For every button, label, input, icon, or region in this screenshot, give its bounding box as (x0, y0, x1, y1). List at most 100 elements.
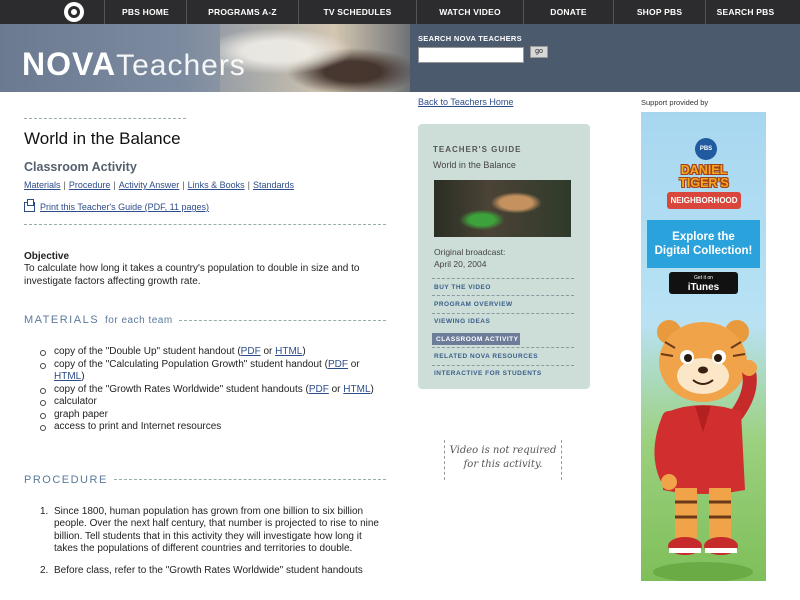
page-subtitle: Classroom Activity (24, 160, 137, 174)
guide-heading: TEACHER'S GUIDE (433, 145, 522, 154)
pbs-logo-icon[interactable] (64, 2, 84, 22)
nav-donate[interactable]: DONATE (523, 0, 613, 24)
show-title-line: NEIGHBORHOOD (667, 192, 741, 209)
program-thumbnail[interactable] (434, 180, 571, 237)
separator: | (63, 180, 66, 190)
search-go-button[interactable]: go (530, 46, 548, 58)
step-text: Since 1800, human population has grown f… (54, 505, 379, 555)
link-standards[interactable]: Standards (253, 180, 294, 190)
logo-nova-text: NOVA (22, 46, 117, 82)
itunes-small-text: Get it on (694, 275, 713, 281)
item-text: or (260, 346, 276, 357)
item-text: or (328, 383, 344, 395)
show-title-line: TIGER'S (679, 176, 729, 190)
list-item: calculator (40, 396, 386, 409)
video-not-required-note: Video is not required for this activity. (444, 440, 562, 480)
item-text: copy of the "Double Up" student handout … (54, 346, 241, 357)
nova-teachers-logo[interactable]: NOVATeachers (22, 48, 246, 82)
pdf-link[interactable]: PDF (309, 384, 329, 395)
nav-watch-video[interactable]: WATCH VIDEO (416, 0, 523, 24)
item-text: ) (370, 383, 374, 395)
broadcast-label: Original broadcast: (434, 247, 506, 257)
procedure-list: 1. Since 1800, human population has grown… (40, 506, 386, 578)
procedure-step: 1. Since 1800, human population has grown… (40, 506, 386, 556)
separator: | (113, 180, 116, 190)
heading-rule (113, 479, 386, 480)
html-link[interactable]: HTML (275, 346, 302, 357)
list-item: copy of the "Growth Rates Worldwide" stu… (40, 383, 386, 397)
nav-tv-schedules[interactable]: TV SCHEDULES (298, 0, 416, 24)
nav-programs-az[interactable]: PROGRAMS A-Z (186, 0, 298, 24)
nav-pbs-home[interactable]: PBS HOME (104, 0, 186, 24)
guide-nav-program-overview[interactable]: PROGRAM OVERVIEW (432, 295, 574, 312)
item-text: ) (302, 346, 306, 357)
main-content: World in the Balance Classroom Activity … (24, 118, 386, 586)
nav-shop-pbs[interactable]: SHOP PBS (613, 0, 705, 24)
cta-line: Digital Collection! (654, 245, 753, 257)
procedure-title: PROCEDURE (24, 473, 108, 486)
itunes-badge[interactable]: Get it on iTunes (669, 272, 738, 294)
materials-heading: MATERIALS for each team (24, 314, 386, 326)
guide-nav: BUY THE VIDEO PROGRAM OVERVIEW VIEWING I… (432, 278, 574, 382)
pdf-link[interactable]: PDF (328, 359, 348, 370)
item-text: copy of the "Growth Rates Worldwide" stu… (54, 383, 309, 395)
materials-list: copy of the "Double Up" student handout … (40, 346, 386, 434)
item-text: or (347, 358, 360, 370)
daniel-tiger-ad[interactable]: PBS KIDS DANIEL TIGER'S NEIGHBORHOOD Exp… (641, 112, 766, 581)
separator: | (247, 180, 250, 190)
separator: | (182, 180, 185, 190)
html-link[interactable]: HTML (54, 371, 81, 382)
list-item: copy of the "Double Up" student handout … (40, 346, 386, 359)
ad-call-to-action[interactable]: Explore the Digital Collection! (647, 220, 760, 268)
item-text: copy of the "Calculating Population Grow… (54, 358, 328, 370)
search-input[interactable] (418, 47, 524, 63)
guide-nav-buy-video[interactable]: BUY THE VIDEO (432, 278, 574, 295)
cta-line: Explore the (672, 231, 735, 243)
procedure-step: 2. Before class, refer to the "Growth Rat… (40, 565, 386, 578)
step-text: Before class, refer to the "Growth Rates… (54, 564, 363, 576)
guide-nav-viewing-ideas[interactable]: VIEWING IDEAS (432, 312, 574, 330)
step-number: 2. (40, 564, 49, 576)
print-guide-row: Print this Teacher's Guide (PDF, 11 page… (24, 199, 386, 212)
materials-subtitle: for each team (105, 314, 173, 326)
broadcast-info: Original broadcast: April 20, 2004 (434, 247, 505, 270)
search-label: SEARCH NOVA TEACHERS (418, 34, 522, 43)
section-links: Materials | Procedure | Activity Answer | Link… (24, 180, 386, 190)
pdf-link[interactable]: PDF (241, 346, 261, 357)
objective-heading: Objective (24, 251, 70, 262)
list-item: graph paper (40, 409, 386, 422)
link-links-books[interactable]: Links & Books (188, 180, 245, 190)
itunes-big-text: iTunes (687, 282, 720, 293)
objective-text: To calculate how long it takes a country… (24, 263, 360, 287)
link-materials[interactable]: Materials (24, 180, 61, 190)
list-item: access to print and Internet resources (40, 421, 386, 434)
link-activity-answer[interactable]: Activity Answer (119, 180, 180, 190)
guide-title: World in the Balance (433, 160, 516, 170)
page-title: World in the Balance (24, 129, 181, 148)
back-to-teachers-home-link[interactable]: Back to Teachers Home (418, 97, 513, 107)
pbs-nav: PBS HOME PROGRAMS A-Z TV SCHEDULES WATCH… (104, 0, 785, 24)
ad-sponsor-label: Support provided by (641, 98, 709, 107)
classroom-photo (220, 24, 410, 92)
printer-icon[interactable] (24, 199, 35, 212)
teachers-guide-box: TEACHER'S GUIDE World in the Balance Ori… (418, 124, 590, 389)
materials-title: MATERIALS (24, 314, 100, 326)
procedure-heading: PROCEDURE (24, 474, 386, 486)
link-procedure[interactable]: Procedure (69, 180, 111, 190)
nav-search-pbs[interactable]: SEARCH PBS (705, 0, 785, 24)
print-guide-link[interactable]: Print this Teacher's Guide (PDF, 11 page… (40, 202, 209, 212)
step-number: 1. (40, 505, 49, 517)
item-text: ) (81, 371, 85, 382)
pbs-kids-logo: PBS KIDS (695, 138, 717, 174)
content-divider (24, 224, 386, 225)
nova-teachers-banner: NOVATeachers SEARCH NOVA TEACHERS go (0, 24, 800, 92)
guide-nav-related-resources[interactable]: RELATED NOVA RESOURCES (432, 347, 574, 364)
html-link[interactable]: HTML (343, 384, 370, 395)
pbs-top-bar: PBS HOME PROGRAMS A-Z TV SCHEDULES WATCH… (0, 0, 800, 24)
daniel-tiger-illustration-icon (653, 320, 757, 581)
guide-nav-interactive[interactable]: INTERACTIVE FOR STUDENTS (432, 364, 574, 382)
list-item: copy of the "Calculating Population Grow… (40, 358, 386, 384)
heading-rule (178, 319, 386, 321)
broadcast-date: April 20, 2004 (434, 258, 487, 269)
guide-nav-classroom-activity[interactable]: CLASSROOM ACTIVITY (432, 333, 520, 346)
